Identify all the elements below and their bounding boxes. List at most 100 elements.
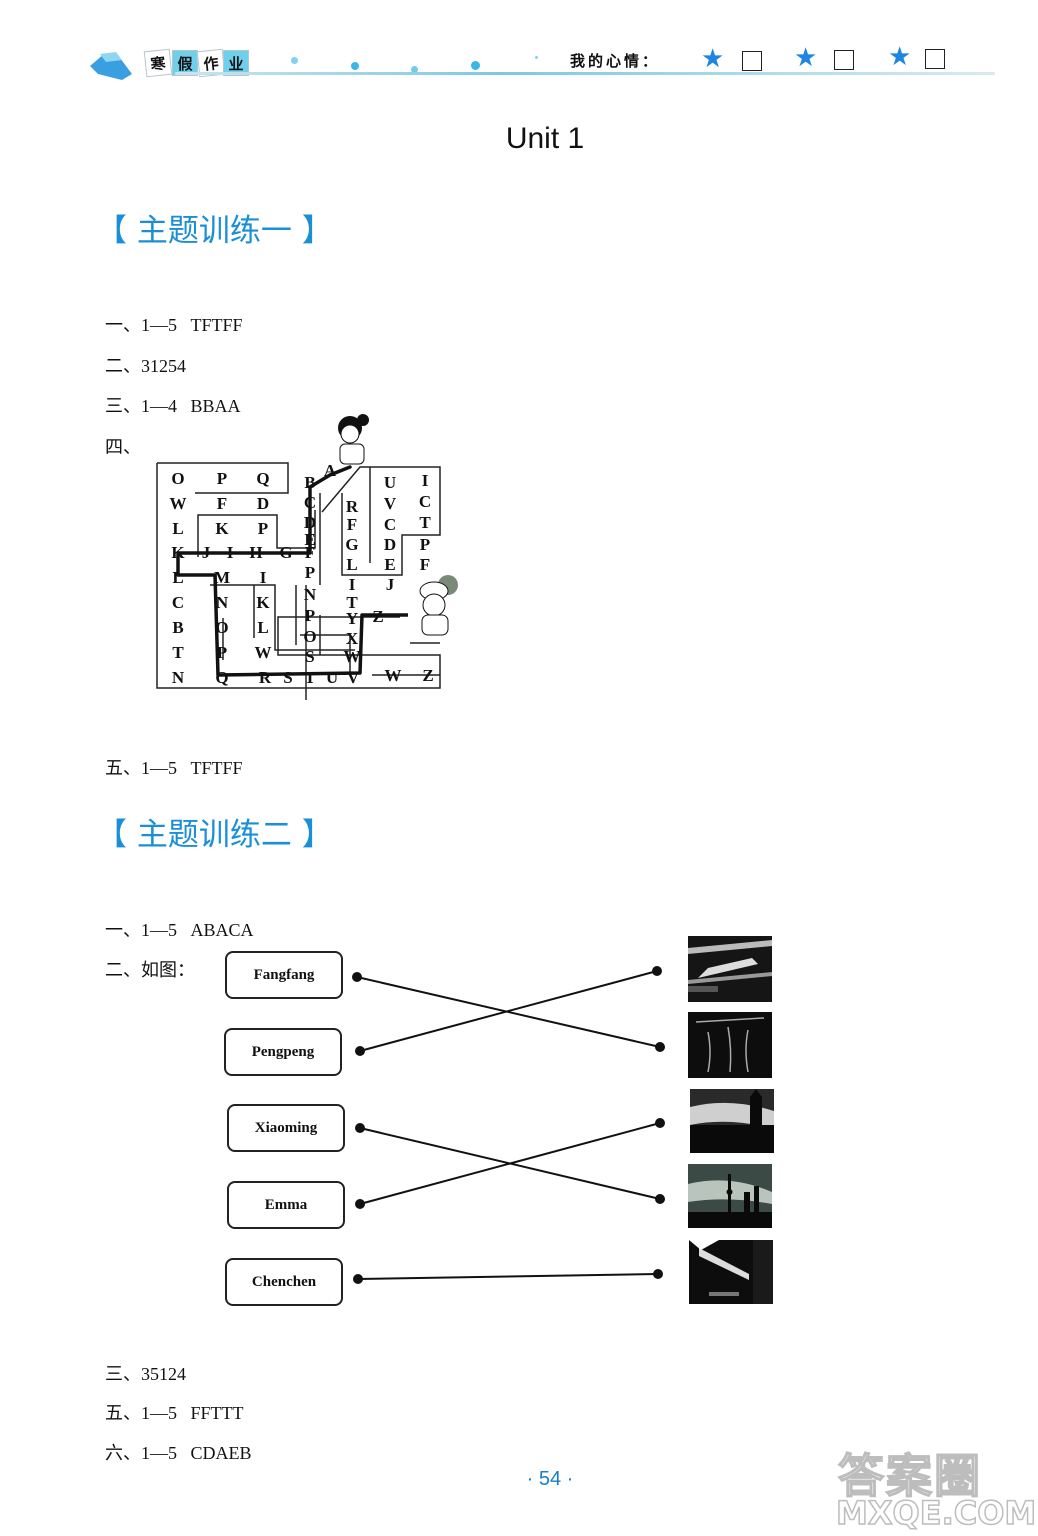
book-logo-icon <box>88 48 134 82</box>
maze-letter: U <box>325 668 339 687</box>
maze-letter: P <box>419 535 431 554</box>
maze-letter: Z <box>372 607 384 626</box>
maze-letter: F <box>346 515 358 534</box>
maze-letter: C <box>383 515 397 534</box>
match-line <box>357 1273 659 1280</box>
answer-line: 六、1—5 CDAEB <box>96 1418 252 1465</box>
letter-maze: OPQWFDLKPKJIHGLMICNKBOLTPWNQRSTUVWZBCDEF… <box>150 405 470 700</box>
name-box-fangfang: Fangfang <box>225 951 343 999</box>
match-dot <box>353 1274 363 1284</box>
answer-value: TFTFF <box>190 315 243 335</box>
name-box-xiaoming: Xiaoming <box>227 1104 345 1152</box>
maze-letter: Y <box>345 609 359 628</box>
mood-checkbox[interactable] <box>925 49 945 69</box>
match-dot <box>655 1118 665 1128</box>
match-line <box>359 1127 661 1200</box>
maze-letter: G <box>345 535 359 554</box>
maze-letter: A <box>323 461 337 480</box>
photo-old-street <box>689 1240 773 1304</box>
maze-letter: P <box>216 643 228 662</box>
match-dot <box>655 1042 665 1052</box>
maze-letter: O <box>215 618 229 637</box>
answer-label: 四、 <box>105 437 141 457</box>
maze-letter: P <box>257 519 269 538</box>
maze-letter: I <box>348 575 356 594</box>
section-title: 【 主题训练一 】 <box>96 213 333 249</box>
header-divider <box>175 72 995 75</box>
girl-character-icon <box>330 410 374 468</box>
maze-letter: K <box>256 593 270 612</box>
maze-letter: D <box>383 535 397 554</box>
maze-letter: L <box>172 519 184 538</box>
match-dot <box>653 1269 663 1279</box>
maze-letter: G <box>279 543 293 562</box>
match-line <box>359 970 658 1052</box>
maze-letter: U <box>383 473 397 492</box>
match-dot <box>655 1194 665 1204</box>
maze-letter: X <box>345 629 359 648</box>
name-box-emma: Emma <box>227 1181 345 1229</box>
maze-letter: T <box>419 513 431 532</box>
maze-letter: V <box>383 494 397 513</box>
watermark-url: MXQE.COM <box>835 1493 1037 1533</box>
photo-terracotta-warriors <box>688 1012 772 1078</box>
maze-letter: P <box>304 563 316 582</box>
maze-letter: T <box>172 643 184 662</box>
maze-letter: M <box>213 568 231 587</box>
star-icon: ★ <box>794 43 818 73</box>
maze-letter: Z <box>422 666 434 685</box>
maze-solution-path <box>176 465 408 677</box>
mood-checkbox[interactable] <box>834 50 854 70</box>
match-dot <box>355 1123 365 1133</box>
maze-letter: L <box>172 568 184 587</box>
answer-line: 二、如图： <box>96 935 195 982</box>
maze-letter: W <box>343 647 361 666</box>
maze-letter: C <box>171 593 185 612</box>
answer-label: 五、1—5 <box>105 758 177 778</box>
maze-letter: O <box>303 627 317 646</box>
photo-shanghai-skyline <box>688 1164 772 1228</box>
maze-letter: D <box>256 494 270 513</box>
maze-letter: N <box>171 668 185 687</box>
match-dot <box>355 1199 365 1209</box>
answer-label: 二、如图： <box>105 960 195 980</box>
maze-letter: J <box>385 575 395 594</box>
maze-letter: I <box>226 543 234 562</box>
match-dot <box>652 966 662 976</box>
mood-checkbox[interactable] <box>742 51 762 71</box>
maze-letter: C <box>303 493 317 512</box>
maze-letter: N <box>303 585 317 604</box>
decor-dot <box>535 56 538 59</box>
maze-letter: S <box>283 668 293 687</box>
maze-letter: R <box>345 497 359 516</box>
maze-letter: J <box>201 543 211 562</box>
match-dot <box>355 1046 365 1056</box>
maze-letter: Q <box>215 668 229 687</box>
maze-letter: W <box>169 494 187 513</box>
maze-letter: R <box>258 668 272 687</box>
answer-line: 五、1—5 TFTFF <box>96 733 243 780</box>
match-line <box>359 1122 661 1205</box>
answer-line: 四、 <box>96 412 141 459</box>
maze-letter: W <box>254 643 272 662</box>
maze-letter: P <box>304 606 316 625</box>
maze-letter: E <box>384 555 396 574</box>
maze-letter: K <box>171 543 185 562</box>
maze-letter: N <box>215 593 229 612</box>
maze-letter: L <box>257 618 269 637</box>
answer-value: ABACA <box>190 920 254 940</box>
star-icon: ★ <box>888 42 912 72</box>
name-box-chenchen: Chenchen <box>225 1258 343 1306</box>
boy-character-icon <box>412 573 464 637</box>
maze-letter: I <box>421 471 429 490</box>
maze-letter: H <box>249 543 263 562</box>
photo-big-ben <box>690 1089 774 1153</box>
maze-letter: F <box>304 543 316 562</box>
title-char-tile: 寒 <box>143 48 173 78</box>
match-line <box>356 976 661 1048</box>
answer-label: 六、1—5 <box>105 1443 177 1463</box>
maze-letter: I <box>259 568 267 587</box>
decor-dot <box>471 61 480 70</box>
decor-dot <box>351 62 359 70</box>
answer-value: CDAEB <box>190 1443 252 1463</box>
